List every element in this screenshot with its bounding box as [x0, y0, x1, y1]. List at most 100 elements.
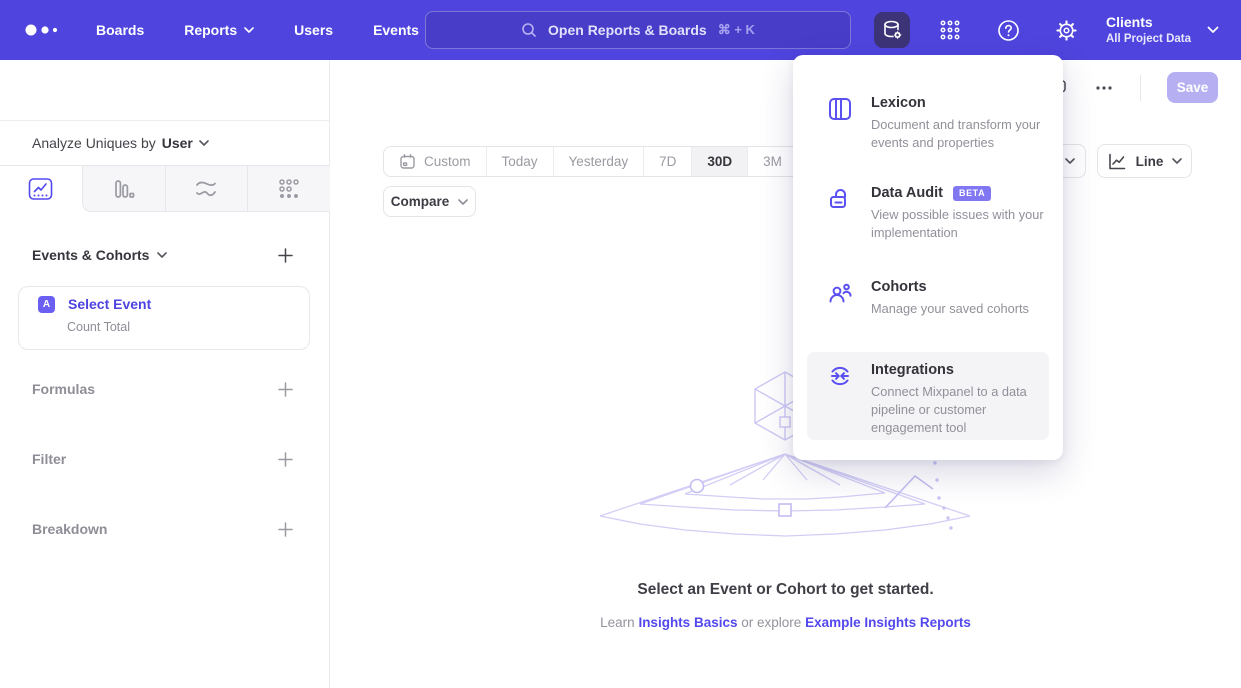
menu-item-title: Cohorts — [871, 279, 927, 295]
bar-chart-icon — [112, 177, 136, 201]
nav-item-events[interactable]: Events — [373, 22, 419, 38]
event-letter-badge: A — [38, 296, 55, 313]
tab-retention[interactable] — [247, 166, 330, 212]
or-explore-text: or explore — [741, 615, 801, 630]
formulas-label: Formulas — [32, 381, 95, 397]
date-range-label: 7D — [659, 154, 676, 169]
settings-button[interactable] — [1048, 12, 1084, 48]
menu-item-data-audit[interactable]: Data Audit BETA View possible issues wit… — [807, 175, 1049, 252]
date-range-7d[interactable]: 7D — [643, 147, 691, 176]
data-audit-icon — [827, 186, 853, 212]
menu-item-integrations[interactable]: Integrations Connect Mixpanel to a data … — [807, 352, 1049, 440]
filter-label: Filter — [32, 451, 66, 467]
date-range-label: 30D — [707, 154, 732, 169]
line-chart-icon — [1107, 152, 1127, 171]
chevron-down-icon — [244, 27, 254, 33]
tab-insights-selected[interactable] — [0, 166, 82, 212]
top-nav: Boards Reports Users Events Open Reports… — [0, 0, 1241, 60]
nav-item-users[interactable]: Users — [294, 22, 333, 38]
menu-item-title: Data Audit — [871, 185, 943, 201]
select-event-label[interactable]: Select Event — [68, 296, 151, 312]
add-filter-button[interactable] — [278, 452, 293, 467]
date-range-label: Today — [502, 154, 538, 169]
count-total-label[interactable]: Count Total — [67, 320, 130, 334]
divider — [1140, 75, 1141, 101]
search-placeholder: Open Reports & Boards — [548, 22, 707, 38]
nav-label: Events — [373, 22, 419, 38]
insights-basics-link[interactable]: Insights Basics — [638, 615, 737, 630]
date-range-custom[interactable]: Custom — [384, 147, 486, 176]
beta-badge: BETA — [953, 186, 991, 201]
tab-funnels[interactable] — [82, 166, 165, 212]
nav-item-boards[interactable]: Boards — [96, 22, 144, 38]
menu-item-description: Document and transform your events and p… — [871, 116, 1049, 152]
more-options-icon[interactable] — [1094, 78, 1114, 98]
nav-item-reports[interactable]: Reports — [184, 22, 254, 38]
project-selector[interactable]: Clients All Project Data — [1106, 14, 1191, 46]
save-button[interactable]: Save — [1167, 72, 1218, 103]
apps-grid-button[interactable] — [932, 12, 968, 48]
data-management-menu: Lexicon Document and transform your even… — [793, 55, 1063, 460]
nav-label: Users — [294, 22, 333, 38]
retention-dots-icon — [277, 177, 301, 201]
data-management-button[interactable] — [874, 12, 910, 48]
event-selector-card[interactable]: A Select Event Count Total — [18, 286, 310, 350]
grid-icon — [939, 19, 961, 41]
example-reports-link[interactable]: Example Insights Reports — [805, 615, 971, 630]
analyze-value: User — [162, 135, 193, 151]
add-breakdown-button[interactable] — [278, 522, 293, 537]
learn-prefix: Learn — [600, 615, 635, 630]
line-chart-icon — [28, 177, 53, 201]
question-icon — [997, 19, 1020, 42]
compare-dropdown[interactable]: Compare — [383, 186, 476, 217]
events-cohorts-header[interactable]: Events & Cohorts — [32, 247, 167, 263]
section-label: Events & Cohorts — [32, 247, 149, 263]
empty-state: Select an Event or Cohort to get started… — [330, 581, 1241, 630]
add-event-button[interactable] — [278, 248, 293, 263]
database-gear-icon — [880, 18, 904, 42]
date-range-3m[interactable]: 3M — [747, 147, 797, 176]
query-sidebar: Analyze Uniques by User — [0, 60, 330, 688]
date-range-label: Yesterday — [569, 154, 629, 169]
chart-type-label: Line — [1136, 154, 1164, 169]
empty-state-title: Select an Event or Cohort to get started… — [330, 581, 1241, 599]
global-search-button[interactable]: Open Reports & Boards ⌘ + K — [425, 11, 851, 49]
date-range-label: Custom — [424, 154, 471, 169]
compare-label: Compare — [391, 194, 450, 209]
project-scope: All Project Data — [1106, 32, 1191, 46]
menu-item-title: Integrations — [871, 362, 954, 378]
calendar-icon — [399, 153, 416, 170]
plus-icon — [278, 248, 293, 263]
menu-item-description: Manage your saved cohorts — [871, 300, 1067, 318]
chevron-down-icon[interactable] — [1207, 26, 1219, 34]
date-range-control: Custom Today Yesterday 7D 30D 3M 6M — [383, 146, 848, 177]
chevron-down-icon — [1172, 158, 1182, 164]
breakdown-label: Breakdown — [32, 521, 107, 537]
menu-item-cohorts[interactable]: Cohorts Manage your saved cohorts — [807, 269, 1049, 328]
chevron-down-icon — [157, 252, 167, 258]
nav-label: Reports — [184, 22, 237, 38]
menu-item-title: Lexicon — [871, 95, 926, 111]
date-range-label: 3M — [763, 154, 782, 169]
analyze-by-dropdown[interactable]: User — [162, 135, 209, 151]
cohorts-people-icon — [827, 280, 853, 306]
org-name: Clients — [1106, 14, 1191, 32]
tab-flows[interactable] — [165, 166, 248, 212]
mixpanel-logo[interactable] — [24, 22, 66, 38]
flows-icon — [193, 177, 219, 201]
menu-item-description: Connect Mixpanel to a data pipeline or c… — [871, 383, 1056, 437]
analyze-label: Analyze Uniques by — [32, 135, 156, 151]
chart-type-dropdown[interactable]: Line — [1097, 144, 1192, 178]
help-button[interactable] — [990, 12, 1026, 48]
menu-item-lexicon[interactable]: Lexicon Document and transform your even… — [807, 85, 1049, 162]
plus-icon — [278, 382, 293, 397]
visualization-tabs — [0, 165, 330, 212]
date-range-today[interactable]: Today — [486, 147, 553, 176]
date-range-yesterday[interactable]: Yesterday — [553, 147, 644, 176]
menu-item-description: View possible issues with your implement… — [871, 206, 1067, 242]
date-range-30d-selected[interactable]: 30D — [691, 147, 747, 176]
add-formula-button[interactable] — [278, 382, 293, 397]
lexicon-book-icon — [827, 96, 853, 122]
chevron-down-icon — [199, 140, 209, 146]
nav-label: Boards — [96, 22, 144, 38]
